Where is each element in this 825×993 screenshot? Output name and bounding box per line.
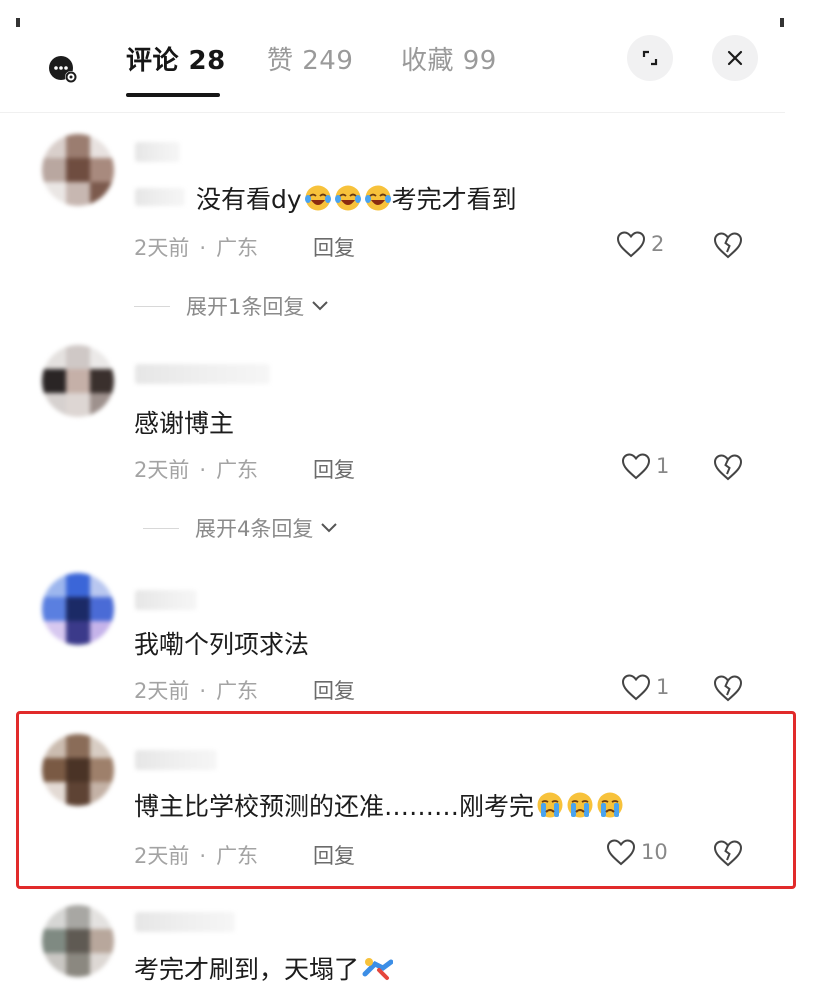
header-divider — [0, 112, 785, 113]
broken-heart-icon[interactable] — [713, 674, 743, 702]
tab-likes[interactable]: 赞 249 — [267, 40, 353, 77]
comment-meta: 2天前 · 广东 — [134, 454, 258, 484]
reply-button[interactable]: 回复 — [313, 232, 355, 262]
like-button[interactable]: 10 — [605, 838, 668, 866]
close-button[interactable] — [712, 35, 758, 81]
corner-mark-right — [780, 18, 784, 27]
heart-icon — [606, 839, 636, 866]
corner-mark-left — [16, 18, 20, 27]
crying-emoji — [537, 792, 563, 818]
collapsing-figure-emoji — [362, 958, 394, 980]
expand-icon — [642, 50, 658, 66]
username-blurred — [135, 750, 217, 770]
laughing-crying-emoji — [364, 185, 391, 211]
comment-text: 我嘞个列项求法 — [134, 630, 310, 659]
heart-icon — [621, 453, 651, 480]
crying-emoji — [597, 792, 623, 818]
meta-separator: · — [199, 236, 207, 260]
reply-button[interactable]: 回复 — [313, 675, 355, 705]
chevron-down-icon — [312, 301, 329, 311]
divider-line — [134, 305, 170, 307]
comment-meta: 2天前 · 广东 — [134, 840, 258, 870]
avatar[interactable] — [42, 345, 114, 417]
laughing-crying-emoji — [334, 185, 361, 211]
like-count: 2 — [651, 232, 665, 256]
like-button[interactable]: 1 — [620, 452, 669, 480]
like-count: 1 — [656, 454, 670, 478]
chevron-down-icon — [321, 523, 338, 533]
close-icon — [727, 50, 743, 66]
comment-time: 2天前 — [134, 458, 190, 482]
comment-text: 感谢博主 — [134, 409, 235, 438]
broken-heart-icon[interactable] — [713, 231, 743, 259]
like-count: 1 — [656, 675, 670, 699]
comment-text: 没有看dy 考完才看到 — [196, 185, 517, 214]
broken-heart-icon[interactable] — [713, 453, 743, 481]
comment-location: 广东 — [216, 236, 259, 260]
meta-separator: · — [199, 679, 207, 703]
avatar[interactable] — [42, 573, 114, 645]
comment-location: 广东 — [216, 679, 259, 703]
divider-line — [143, 527, 179, 529]
expand-replies-button[interactable]: 展开4条回复 — [143, 513, 339, 543]
comment-location: 广东 — [216, 844, 259, 868]
active-tab-indicator — [126, 93, 220, 97]
comment-settings-icon[interactable] — [45, 52, 81, 88]
expand-replies-button[interactable]: 展开1条回复 — [134, 291, 330, 321]
heart-icon — [621, 674, 651, 701]
tab-comments[interactable]: 评论 28 — [126, 40, 226, 77]
heart-icon — [616, 231, 646, 258]
like-count: 10 — [641, 840, 668, 864]
like-button[interactable]: 2 — [615, 230, 664, 258]
like-button[interactable]: 1 — [620, 673, 669, 701]
comment-meta: 2天前 · 广东 — [134, 232, 258, 262]
username-blurred — [135, 142, 180, 162]
reply-button[interactable]: 回复 — [313, 840, 355, 870]
comment-location: 广东 — [216, 458, 259, 482]
avatar[interactable] — [42, 734, 114, 806]
mention-blurred — [135, 188, 185, 206]
expand-button[interactable] — [627, 35, 673, 81]
comment-time: 2天前 — [134, 236, 190, 260]
comments-panel-header: 评论 28 赞 249 收藏 99 — [0, 0, 825, 112]
meta-separator: · — [199, 844, 207, 868]
comment-time: 2天前 — [134, 844, 190, 868]
username-blurred — [135, 590, 197, 610]
username-blurred — [135, 912, 235, 932]
username-blurred — [135, 364, 270, 384]
crying-emoji — [567, 792, 593, 818]
avatar[interactable] — [42, 905, 114, 977]
comment-time: 2天前 — [134, 679, 190, 703]
comment-meta: 2天前 · 广东 — [134, 675, 258, 705]
laughing-crying-emoji — [304, 185, 331, 211]
reply-button[interactable]: 回复 — [313, 454, 355, 484]
broken-heart-icon[interactable] — [713, 839, 743, 867]
comment-text: 博主比学校预测的还准………刚考完 — [134, 787, 624, 823]
meta-separator: · — [199, 458, 207, 482]
avatar[interactable] — [42, 134, 114, 206]
comment-text: 考完才刷到，天塌了 — [134, 950, 394, 986]
tab-favorites[interactable]: 收藏 99 — [401, 40, 497, 77]
